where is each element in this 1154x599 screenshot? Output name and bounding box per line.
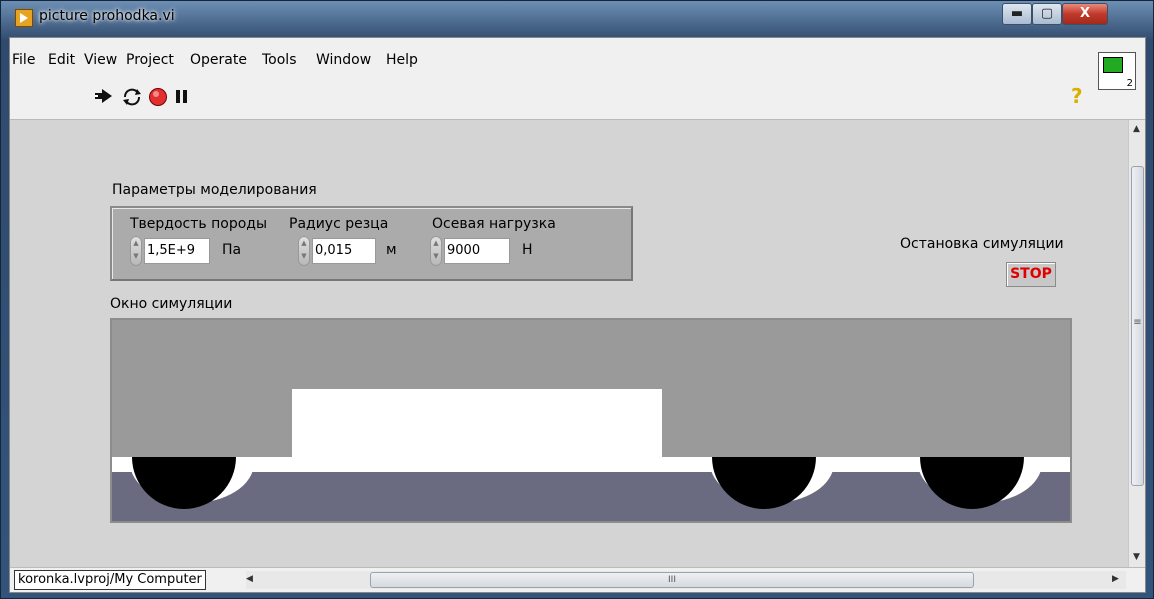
menu-bar: File Edit View Project Operate Tools Win… <box>10 38 1145 80</box>
scroll-left-arrow-icon[interactable]: ◀ <box>242 574 257 584</box>
horizontal-scroll-thumb[interactable]: III <box>370 572 974 588</box>
stop-label: Остановка симуляции <box>900 236 1064 252</box>
project-path[interactable]: koronka.lvproj/My Computer <box>14 570 206 590</box>
horizontal-scrollbar[interactable]: ◀ III ▶ <box>246 571 1126 589</box>
hardness-spinner[interactable]: ▲ ▼ <box>130 236 142 266</box>
minimize-button[interactable]: ▬ <box>1002 3 1032 25</box>
hardness-input[interactable]: 1,5E+9 <box>144 238 210 264</box>
scope-icon <box>1103 57 1123 73</box>
sim-hole-center <box>292 389 662 457</box>
vertical-scrollbar[interactable]: ▲ ≡ ▼ <box>1128 120 1145 567</box>
hardness-label: Твердость породы <box>130 216 268 232</box>
stop-button[interactable]: STOP <box>1006 262 1056 287</box>
help-icon[interactable]: ? <box>1071 86 1083 106</box>
simulation-picture <box>110 318 1072 523</box>
radius-label: Радиус резца <box>289 216 389 232</box>
vi-connector-icon[interactable]: 2 <box>1098 52 1136 90</box>
vi-icon-number: 2 <box>1126 78 1133 89</box>
radius-unit: м <box>386 242 397 258</box>
vertical-scroll-thumb[interactable]: ≡ <box>1131 166 1144 486</box>
toolbar: ? <box>10 80 1145 120</box>
params-cluster-label: Параметры моделирования <box>112 182 317 198</box>
axial-load-unit: Н <box>522 242 533 258</box>
hardness-unit: Па <box>222 242 242 258</box>
radius-input[interactable]: 0,015 <box>312 238 376 264</box>
params-cluster: Твердость породы ▲ ▼ 1,5E+9 Па Радиус рез… <box>110 206 633 281</box>
status-bar: koronka.lvproj/My Computer ◀ III ▶ <box>10 567 1145 592</box>
menu-tools[interactable]: Tools <box>262 52 297 68</box>
scroll-down-arrow-icon[interactable]: ▼ <box>1129 552 1144 562</box>
close-button[interactable]: X <box>1062 3 1108 25</box>
menu-edit[interactable]: Edit <box>48 52 75 68</box>
radius-spinner[interactable]: ▲ ▼ <box>298 236 310 266</box>
vscroll-grip: ≡ <box>1133 317 1142 328</box>
app-window: picture prohodka.vi ▬ ▢ X File Edit View… <box>0 0 1154 599</box>
abort-icon[interactable] <box>148 87 168 112</box>
axial-load-spinner[interactable]: ▲ ▼ <box>430 236 442 266</box>
scroll-right-arrow-icon[interactable]: ▶ <box>1108 574 1123 584</box>
axial-load-input[interactable]: 9000 <box>444 238 510 264</box>
pause-icon[interactable] <box>174 87 190 112</box>
simulation-canvas <box>112 320 1070 521</box>
front-panel: Параметры моделирования Твердость породы… <box>10 120 1128 567</box>
scroll-up-arrow-icon[interactable]: ▲ <box>1129 124 1144 134</box>
labview-vi-icon <box>15 9 33 27</box>
run-continuous-icon[interactable] <box>121 87 143 112</box>
maximize-button[interactable]: ▢ <box>1032 3 1062 25</box>
window-title: picture prohodka.vi <box>39 8 175 24</box>
front-panel-window: File Edit View Project Operate Tools Win… <box>9 37 1146 593</box>
title-bar[interactable]: picture prohodka.vi ▬ ▢ X <box>1 1 1153 35</box>
sim-window-label: Окно симуляции <box>110 296 233 312</box>
menu-help[interactable]: Help <box>386 52 418 68</box>
menu-file[interactable]: File <box>12 52 35 68</box>
axial-load-label: Осевая нагрузка <box>432 216 556 232</box>
menu-view[interactable]: View <box>84 52 117 68</box>
menu-window[interactable]: Window <box>316 52 371 68</box>
menu-project[interactable]: Project <box>126 52 174 68</box>
run-arrow-icon[interactable] <box>94 87 114 110</box>
menu-operate[interactable]: Operate <box>190 52 247 68</box>
